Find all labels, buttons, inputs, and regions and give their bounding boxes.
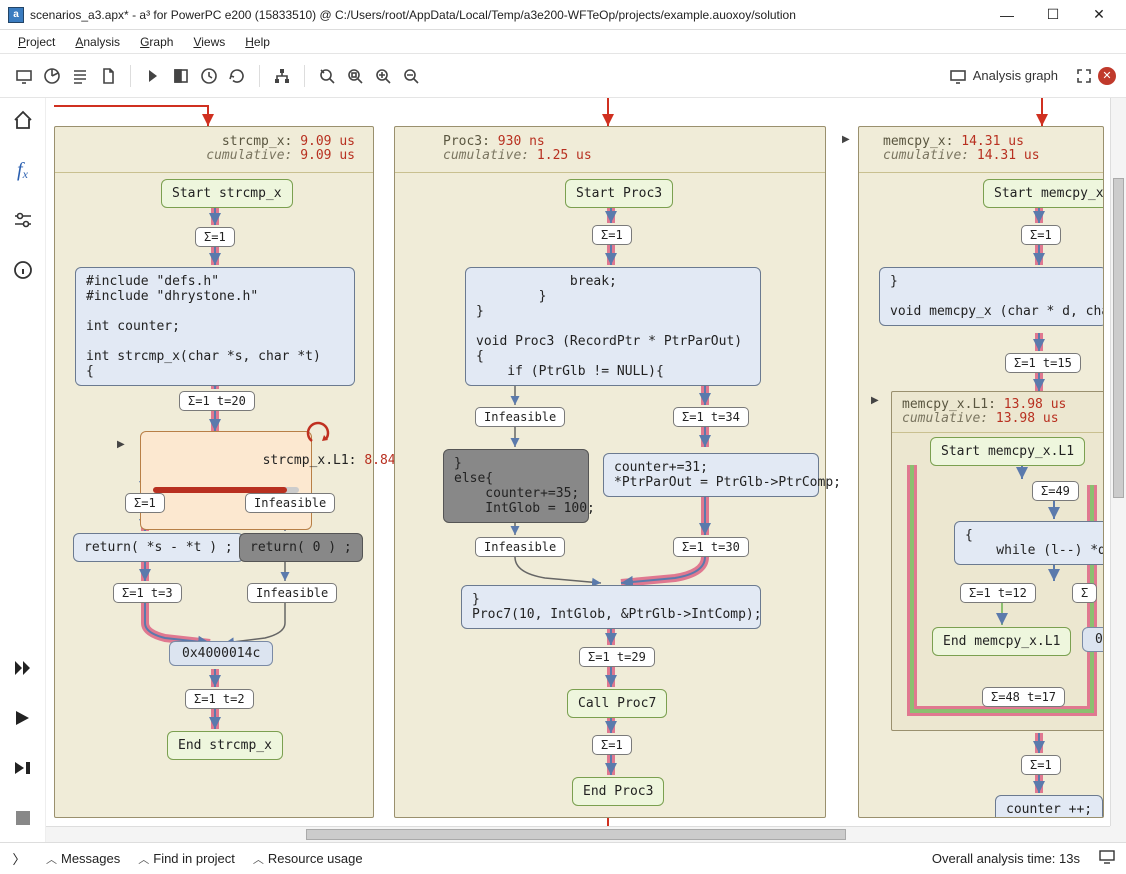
pie-icon[interactable] [38, 62, 66, 90]
node-code[interactable]: #include "defs.h" #include "dhrystone.h"… [75, 267, 355, 386]
node-infeasible[interactable]: Infeasible [475, 407, 565, 427]
panel-proc3: Proc3: 930 ns cumulative: 1.25 us [394, 126, 826, 818]
node-loop-hot[interactable]: strcmp_x.L1: 8.84 us [140, 431, 312, 530]
panel-strcmp_x: strcmp_x: 9.09 us cumulative: 9.09 us [54, 126, 374, 818]
menu-analysis[interactable]: Analysis [65, 32, 130, 52]
node-edge[interactable]: Σ=1 t=29 [579, 647, 655, 667]
expand-triangle[interactable]: ▶ [842, 134, 850, 145]
node-sigma[interactable]: Σ=1 [125, 493, 165, 513]
minimize-button[interactable]: — [984, 0, 1030, 30]
node-sigma[interactable]: Σ=1 [592, 225, 632, 245]
node-code[interactable]: } void memcpy_x (char * d, cha [879, 267, 1104, 326]
node-code[interactable]: counter+=31; *PtrParOut = PtrGlb->PtrCom… [603, 453, 819, 497]
monitor-icon[interactable] [1098, 850, 1116, 867]
node-infeasible[interactable]: Infeasible [245, 493, 335, 513]
node-sigma[interactable]: Σ=1 [1021, 225, 1061, 245]
sliders-icon[interactable] [7, 204, 39, 236]
app-icon: a [8, 7, 24, 23]
status-resource[interactable]: ︿Resource usage [253, 851, 363, 867]
node-edge[interactable]: Σ=1 t=3 [113, 583, 182, 603]
toolbar: Analysis graph ✕ [0, 54, 1126, 98]
titlebar: a scenarios_a3.apx* - a³ for PowerPC e20… [0, 0, 1126, 30]
home-icon[interactable] [7, 104, 39, 136]
node-start[interactable]: Start memcpy_x [983, 179, 1104, 208]
screen-icon[interactable] [10, 62, 38, 90]
tree-icon[interactable] [268, 62, 296, 90]
info-icon[interactable] [7, 254, 39, 286]
node-end[interactable]: End Proc3 [572, 777, 664, 806]
error-icon[interactable]: ✕ [1098, 67, 1116, 85]
fast-forward-icon[interactable] [7, 652, 39, 684]
node-call[interactable]: Call Proc7 [567, 689, 667, 718]
expand-triangle[interactable]: ▶ [871, 395, 879, 406]
node-return[interactable]: return( *s - *t ) ; [73, 533, 244, 562]
node-edge[interactable]: Σ=1 t=30 [673, 537, 749, 557]
status-overall-time: Overall analysis time: 13s [932, 851, 1080, 866]
expand-sidebar-icon[interactable]: 〉 [10, 849, 28, 868]
maximize-button[interactable]: ☐ [1030, 0, 1076, 30]
stop-icon[interactable] [7, 802, 39, 834]
graph-icon [949, 67, 967, 85]
fullscreen-icon[interactable] [1070, 62, 1098, 90]
play-to-end-icon[interactable] [7, 752, 39, 784]
menubar: Project Analysis Graph Views Help [0, 30, 1126, 54]
horizontal-scrollbar[interactable] [46, 826, 1110, 842]
node-address[interactable]: 0x [1082, 627, 1104, 652]
node-sigma[interactable]: Σ=49 [1032, 481, 1079, 501]
analysis-graph-label: Analysis graph [949, 67, 1058, 85]
node-edge[interactable]: Σ=1 t=12 [960, 583, 1036, 603]
vertical-scrollbar[interactable] [1110, 98, 1126, 826]
node-edge[interactable]: Σ=48 t=17 [982, 687, 1065, 707]
clock-icon[interactable] [195, 62, 223, 90]
step-icon[interactable] [139, 62, 167, 90]
node-edge[interactable]: Σ=1 t=20 [179, 391, 255, 411]
node-end[interactable]: End strcmp_x [167, 731, 283, 760]
statusbar: 〉 ︿Messages ︿Find in project ︿Resource u… [0, 842, 1126, 874]
node-sigma[interactable]: Σ=1 [592, 735, 632, 755]
node-sigma[interactable]: Σ=1 [1021, 755, 1061, 775]
refresh-icon[interactable] [223, 62, 251, 90]
node-sigma[interactable]: Σ=1 [195, 227, 235, 247]
zoom-in-icon[interactable] [369, 62, 397, 90]
node-edge[interactable]: Σ=1 t=15 [1005, 353, 1081, 373]
node-return-dead[interactable]: return( 0 ) ; [239, 533, 363, 562]
node-start[interactable]: Start Proc3 [565, 179, 673, 208]
menu-views[interactable]: Views [183, 32, 235, 52]
menu-help[interactable]: Help [235, 32, 280, 52]
zoom-out-icon[interactable] [397, 62, 425, 90]
node-address[interactable]: 0x4000014c [169, 641, 273, 666]
node-code[interactable]: } Proc7(10, IntGlob, &PtrGlb->IntComp); [461, 585, 761, 629]
menu-project[interactable]: Project [8, 32, 65, 52]
node-start[interactable]: Start strcmp_x [161, 179, 293, 208]
status-find[interactable]: ︿Find in project [138, 851, 235, 867]
node-code[interactable]: { while (l--) *d++ [954, 521, 1104, 565]
list-icon[interactable] [66, 62, 94, 90]
node-infeasible[interactable]: Infeasible [475, 537, 565, 557]
node-code-dead[interactable]: } else{ counter+=35; IntGlob = 100; [443, 449, 589, 523]
fx-icon[interactable]: fx [7, 154, 39, 186]
graph-canvas[interactable]: strcmp_x: 9.09 us cumulative: 9.09 us [46, 98, 1110, 826]
subpanel-loop: memcpy_x.L1: 13.98 us cumulative: 13.98 … [891, 391, 1104, 731]
document-icon[interactable] [94, 62, 122, 90]
window-title: scenarios_a3.apx* - a³ for PowerPC e200 … [30, 8, 984, 22]
zoom-reset-icon[interactable] [313, 62, 341, 90]
panel-memcpy_x: memcpy_x: 14.31 us cumulative: 14.31 us [858, 126, 1104, 818]
node-edge[interactable]: Σ [1072, 583, 1097, 603]
node-code[interactable]: break; } } void Proc3 (RecordPtr * PtrPa… [465, 267, 761, 386]
play-icon[interactable] [7, 702, 39, 734]
zoom-fit-icon[interactable] [341, 62, 369, 90]
node-end[interactable]: End memcpy_x.L1 [932, 627, 1071, 656]
node-infeasible[interactable]: Infeasible [247, 583, 337, 603]
node-code[interactable]: counter ++; [995, 795, 1103, 818]
node-edge[interactable]: Σ=1 t=34 [673, 407, 749, 427]
expand-triangle[interactable]: ▶ [117, 439, 125, 450]
close-button[interactable]: ✕ [1076, 0, 1122, 30]
status-messages[interactable]: ︿Messages [46, 851, 120, 867]
node-start[interactable]: Start memcpy_x.L1 [930, 437, 1085, 466]
menu-graph[interactable]: Graph [130, 32, 183, 52]
half-icon[interactable] [167, 62, 195, 90]
sidebar: fx [0, 98, 46, 842]
node-edge[interactable]: Σ=1 t=2 [185, 689, 254, 709]
